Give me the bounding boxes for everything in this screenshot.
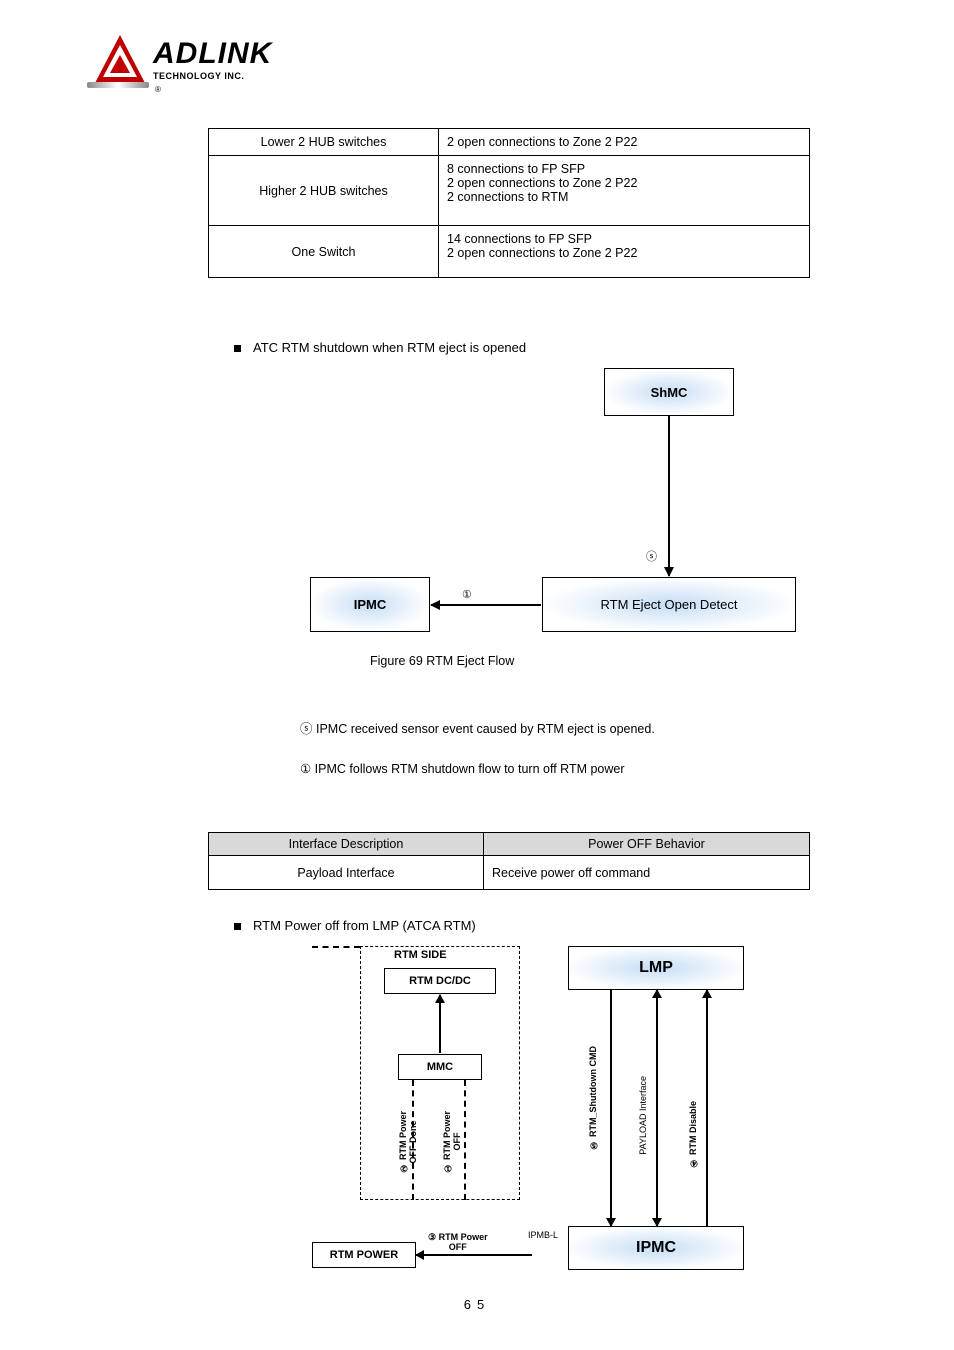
t1-r1c1: Lower 2 HUB switches	[209, 129, 439, 156]
arrow-lmp-2	[656, 990, 658, 1226]
figure-caption: Figure 69 RTM Eject Flow	[370, 654, 514, 668]
rtm-eject-box: RTM Eject Open Detect	[542, 577, 796, 632]
arrow-shmc-eject	[668, 416, 670, 576]
interface-table: Interface Description Power OFF Behavior…	[208, 832, 810, 890]
bullet-icon	[234, 923, 241, 930]
t1-r2c2: 8 connections to FP SFP 2 open connectio…	[439, 156, 810, 226]
t2-r1c2: Receive power off command	[484, 856, 810, 890]
rtm-eject-diagram: ShMC IPMC RTM Eject Open Detect ⓢ ① Figu…	[310, 362, 810, 672]
shmc-box: ShMC	[604, 368, 734, 416]
bullet-icon	[234, 345, 241, 352]
arrow-rtm-power	[416, 1254, 532, 1256]
rtm-power-off-diagram: RTM SIDE RTM DC/DC MMC RTM POWER LMP IPM…	[312, 946, 808, 1274]
registered-mark: ®	[155, 85, 161, 94]
mmc-box: MMC	[398, 1054, 482, 1080]
note-s: ⓢ IPMC received sensor event caused by R…	[300, 720, 655, 739]
bullet-2: RTM Power off from LMP (ATCA RTM)	[234, 918, 476, 933]
vlabel-disable: ④ RTM Disable	[688, 1101, 698, 1168]
vlabel-payload: PAYLOAD Interface	[638, 1076, 648, 1155]
t2-h2: Power OFF Behavior	[484, 833, 810, 856]
arrow-eject-ipmc	[431, 604, 541, 606]
bullet-1: ATC RTM shutdown when RTM eject is opene…	[234, 340, 526, 355]
t1-r1c2: 2 open connections to Zone 2 P22	[439, 129, 810, 156]
ipmc-box: IPMC	[310, 577, 430, 632]
ipmc-box-2: IPMC	[568, 1226, 744, 1270]
note-1: ① IPMC follows RTM shutdown flow to turn…	[300, 760, 625, 779]
vlabel-off: ① RTM Power OFF	[442, 1111, 462, 1173]
ipmb-l-label: IPMB-L	[528, 1230, 558, 1240]
rtm-side-label: RTM SIDE	[394, 949, 447, 961]
marker-1: ①	[462, 588, 472, 601]
t1-r3c2: 14 connections to FP SFP 2 open connecti…	[439, 226, 810, 278]
rtm-dcdc-box: RTM DC/DC	[384, 968, 496, 994]
logo-name: ADLINK	[153, 37, 272, 71]
logo-text: ADLINK TECHNOLOGY INC.	[153, 37, 272, 81]
lmp-box: LMP	[568, 946, 744, 990]
t2-h1: Interface Description	[209, 833, 484, 856]
switch-table: Lower 2 HUB switches 2 open connections …	[208, 128, 810, 278]
vlabel-off-done: ② RTM Power OFF Done	[398, 1111, 418, 1173]
t1-r2c1: Higher 2 HUB switches	[209, 156, 439, 226]
dash-2	[464, 1080, 466, 1200]
t1-r3c1: One Switch	[209, 226, 439, 278]
marker-s: ⓢ	[646, 548, 657, 564]
logo-sub: TECHNOLOGY INC.	[153, 71, 272, 81]
arrow-mmc-dcdc	[439, 995, 441, 1053]
vlabel-shutdown: ⑤ RTM_Shutdown CMD	[588, 1046, 598, 1150]
logo-icon	[95, 35, 145, 83]
adlink-logo: ADLINK TECHNOLOGY INC.	[95, 35, 272, 83]
arrow-lmp-3	[706, 990, 708, 1226]
t2-r1c1: Payload Interface	[209, 856, 484, 890]
page-number: 65	[0, 1297, 954, 1312]
rtm-power-box: RTM POWER	[312, 1242, 416, 1268]
logo-base	[87, 82, 149, 88]
hlabel-rtm-off: ③ RTM Power OFF	[428, 1233, 488, 1253]
arrow-lmp-1	[610, 990, 612, 1226]
ipmb-l-line	[312, 946, 360, 948]
